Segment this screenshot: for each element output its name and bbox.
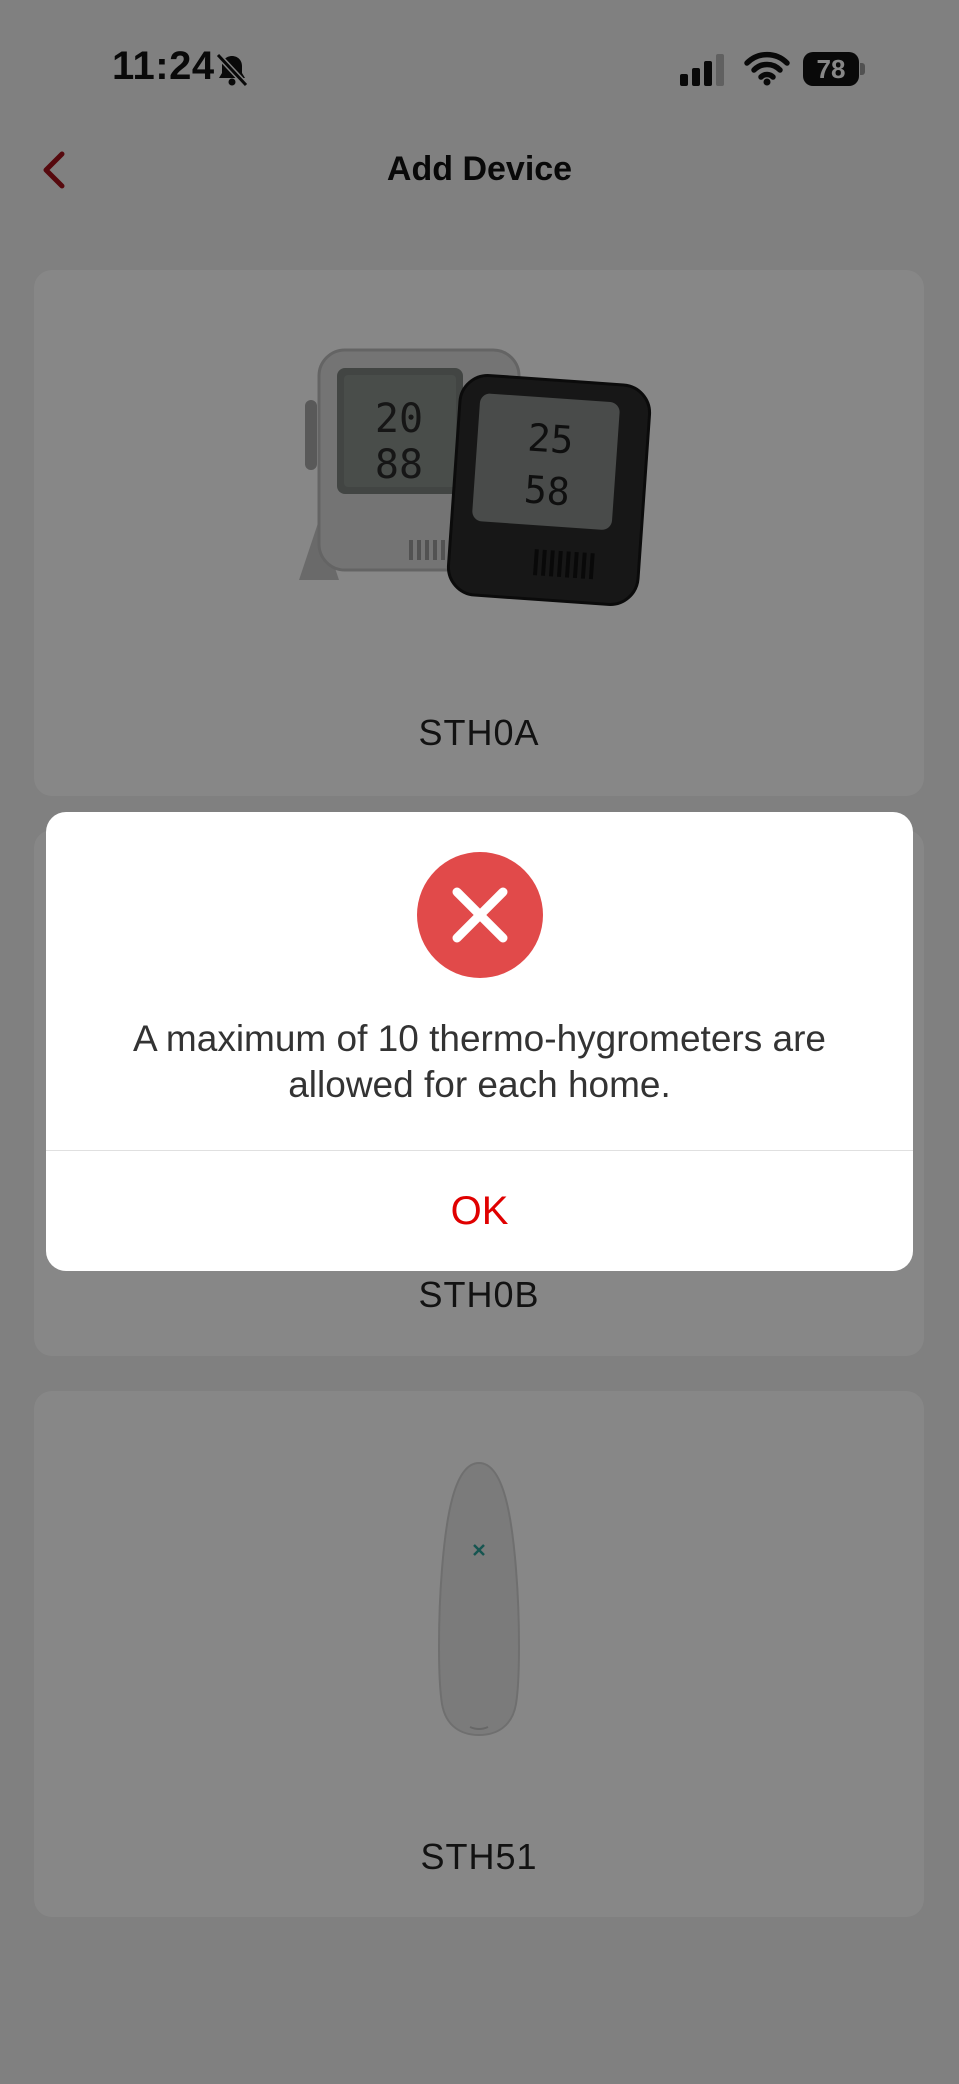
- ok-button[interactable]: OK: [46, 1151, 913, 1271]
- add-device-screen: 11:24 78 Add Device 20 88 25 58 STH0A ST…: [0, 0, 959, 2084]
- error-x-circle-icon: [417, 852, 543, 978]
- alert-message: A maximum of 10 thermo-hygrometers are a…: [133, 1018, 826, 1105]
- error-alert-dialog: A maximum of 10 thermo-hygrometers are a…: [46, 812, 913, 1271]
